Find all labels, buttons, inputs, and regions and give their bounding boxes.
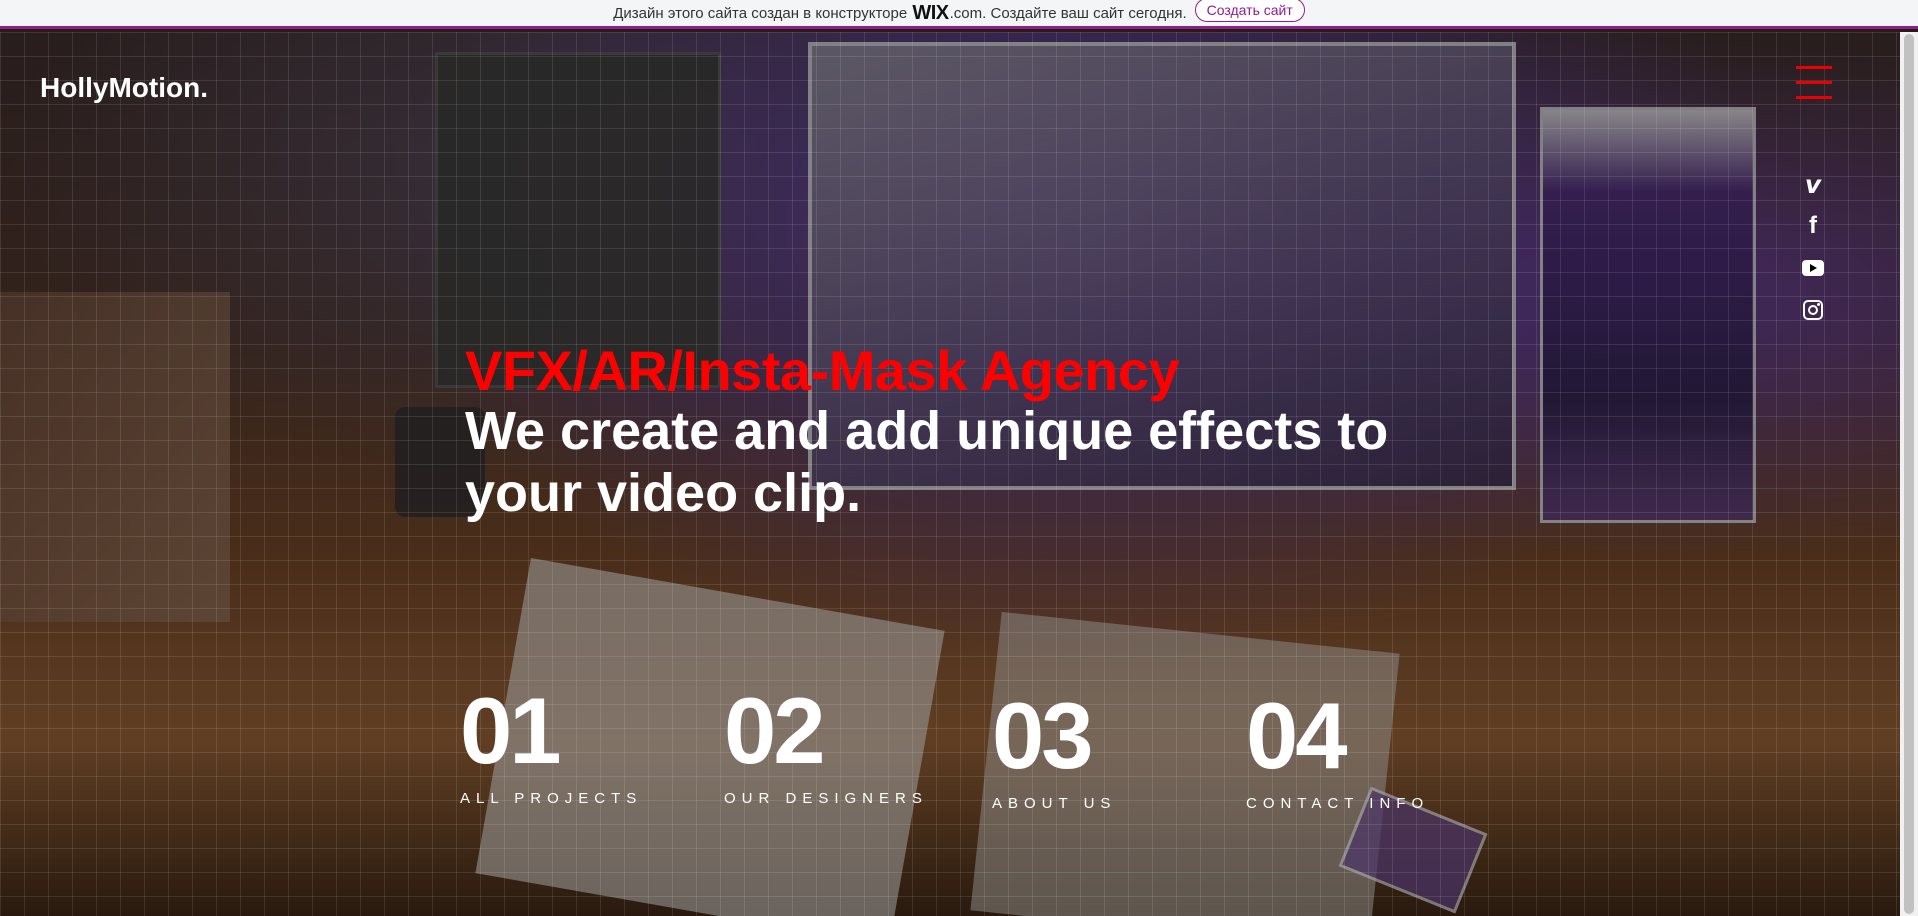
youtube-icon[interactable] [1800,255,1826,281]
hero-headline: We create and add unique effects to your… [465,401,1389,523]
nav-number: 04 [1246,683,1348,788]
scrollbar[interactable] [1900,32,1918,916]
site-logo[interactable]: HollyMotion. [40,72,208,104]
hamburger-menu-icon[interactable] [1796,66,1832,100]
wix-banner-text: Дизайн этого сайта создан в конструкторе [613,4,908,22]
nav-label: CONTACT INFO [1246,795,1430,812]
nav-number: 01 [460,678,562,783]
nav-label: ALL PROJECTS [460,790,643,807]
nav-contact-info[interactable]: 04 CONTACT INFO [1246,683,1430,813]
facebook-icon[interactable]: f [1800,212,1826,239]
create-site-button[interactable]: Создать сайт [1194,0,1305,22]
wix-logo: WIX [912,1,949,24]
wix-banner-text-after: .com. Создайте ваш сайт сегодня. [949,4,1187,22]
scrollbar-thumb[interactable] [1904,34,1914,914]
wix-banner: Дизайн этого сайта создан в конструкторе… [0,0,1918,29]
nav-label: OUR DESIGNERS [724,790,928,807]
nav-label: ABOUT US [992,795,1117,812]
hero-tagline: VFX/AR/Insta-Mask Agency [465,339,1180,402]
nav-our-designers[interactable]: 02 OUR DESIGNERS [724,678,928,808]
nav-about-us[interactable]: 03 ABOUT US [992,683,1117,813]
nav-all-projects[interactable]: 01 ALL PROJECTS [460,678,643,808]
instagram-icon[interactable] [1800,297,1826,323]
nav-number: 03 [992,683,1094,788]
vimeo-icon[interactable]: v [1800,170,1826,199]
nav-number: 02 [724,678,826,783]
